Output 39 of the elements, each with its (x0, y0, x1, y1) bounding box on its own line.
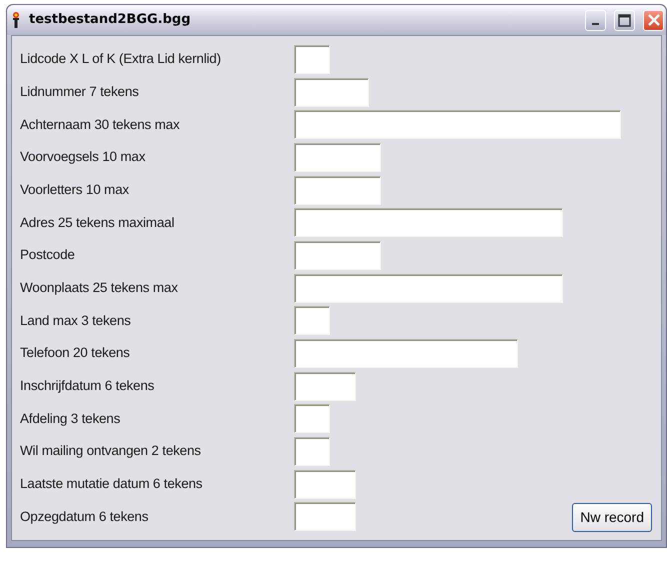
input-field[interactable] (294, 306, 330, 336)
input-field[interactable] (294, 78, 369, 107)
field-label: Postcode (20, 246, 76, 264)
field-label: Lidnummer 7 tekens (20, 82, 140, 101)
minimize-button[interactable] (585, 10, 606, 30)
maximize-icon (618, 14, 631, 26)
field-label: Lidcode X L of K (Extra Lid kernlid) (20, 50, 222, 68)
new-record-button[interactable]: Nw record (572, 503, 652, 532)
input-field[interactable] (294, 502, 356, 532)
maximize-button[interactable] (614, 10, 635, 30)
field-label: Wil mailing ontvangen 2 tekens (20, 442, 202, 460)
field-label: Inschrijfdatum 6 tekens (20, 377, 156, 396)
field-label: Opzegdatum 6 tekens (20, 508, 150, 526)
input-field[interactable] (294, 142, 381, 172)
field-label: Afdeling 3 tekens (20, 410, 122, 428)
field-label: Adres 25 tekens maximaal (20, 214, 176, 232)
field-label: Achternaam 30 tekens max (20, 116, 181, 134)
input-field[interactable] (294, 176, 381, 205)
window-title: testbestand2BGG.bgg (29, 11, 192, 30)
input-field[interactable] (294, 240, 381, 270)
field-label: Telefoon 20 tekens (20, 344, 131, 362)
input-field[interactable] (294, 470, 356, 499)
field-label: Woonplaats 25 tekens max (20, 279, 179, 298)
input-field[interactable] (294, 208, 563, 238)
field-label: Voorletters 10 max (20, 180, 130, 199)
field-label: Laatste mutatie datum 6 tekens (20, 475, 204, 494)
field-label: Land max 3 tekens (20, 312, 132, 330)
close-icon (646, 13, 660, 27)
input-field[interactable] (294, 339, 518, 368)
minimize-icon (592, 23, 599, 25)
input-field[interactable] (294, 404, 330, 434)
input-field[interactable] (294, 110, 621, 140)
input-field[interactable] (294, 437, 330, 466)
input-field[interactable] (294, 44, 330, 74)
field-label: Voorvoegsels 10 max (20, 148, 146, 166)
input-field[interactable] (294, 372, 356, 401)
torch-icon (11, 11, 21, 29)
close-button[interactable] (643, 10, 664, 30)
input-field[interactable] (294, 274, 563, 303)
